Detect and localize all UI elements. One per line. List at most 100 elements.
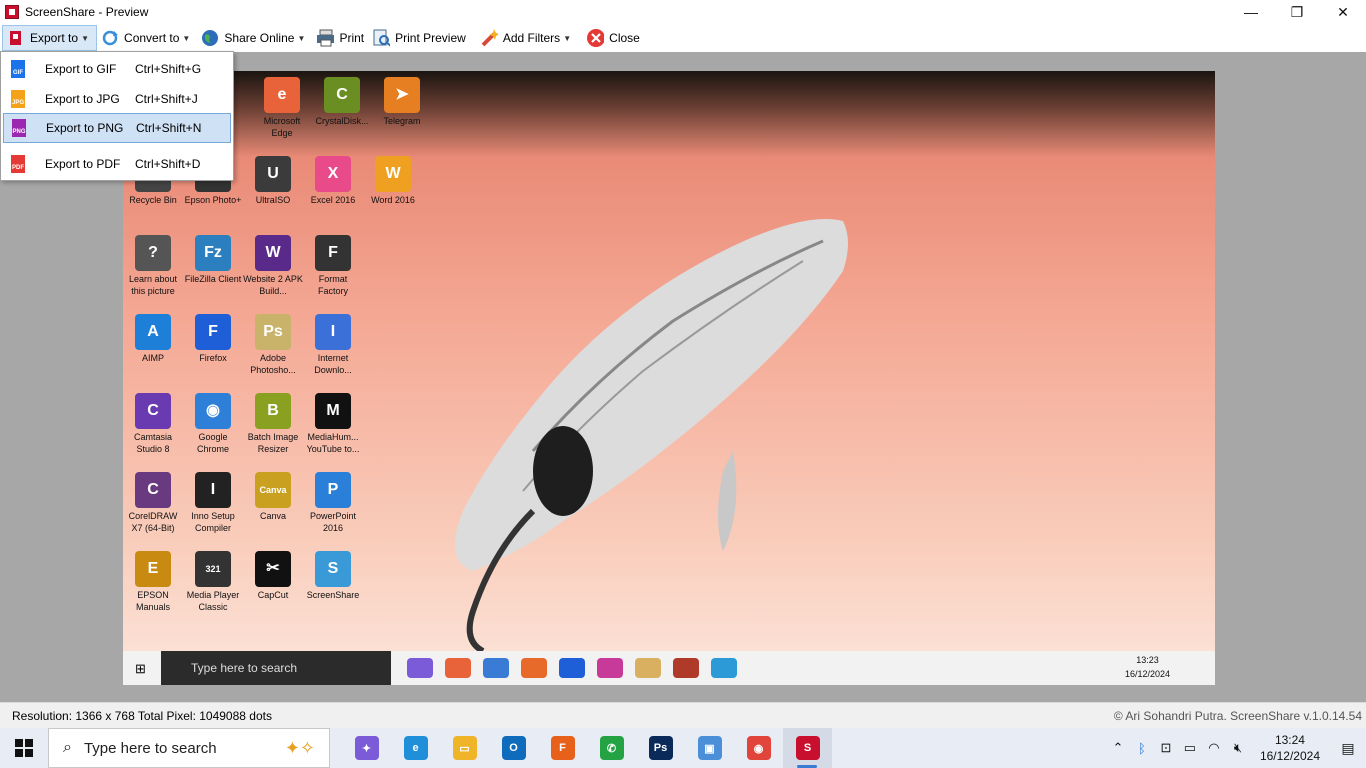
taskbar-time: 13:24 — [1274, 733, 1305, 747]
taskbar-clock[interactable]: 13:24 16/12/2024 — [1260, 732, 1320, 764]
firefox-icon — [559, 658, 585, 678]
desktop-icon[interactable]: C CorelDRAW X7 (64-Bit) — [123, 472, 183, 534]
add-filters-button[interactable]: Add Filters ▼ — [476, 25, 578, 51]
menu-item-export-gif[interactable]: GIF Export to GIF Ctrl+Shift+G — [3, 54, 231, 84]
desktop-icon[interactable]: I Internet Downlo... — [303, 314, 363, 376]
desktop-icon[interactable]: ◉ Google Chrome — [183, 393, 243, 455]
chevron-down-icon[interactable]: ▼ — [294, 34, 308, 43]
preview-time: 13:23 — [1136, 655, 1159, 665]
magic-wand-icon — [480, 29, 498, 47]
desktop-icon[interactable]: 321 Media Player Classic — [183, 551, 243, 613]
desktop-icon[interactable]: W Word 2016 — [363, 156, 423, 206]
desktop-icon[interactable]: F Format Factory — [303, 235, 363, 297]
chevron-down-icon[interactable]: ▼ — [560, 34, 574, 43]
chevron-down-icon[interactable]: ▼ — [78, 34, 92, 43]
minimize-button[interactable]: — — [1228, 0, 1274, 24]
taskbar-search-box[interactable]: ⌕ Type here to search ✦✧ — [48, 728, 330, 768]
menu-item-export-jpg[interactable]: JPG Export to JPG Ctrl+Shift+J — [3, 84, 231, 114]
taskbar-app-edge[interactable]: e — [391, 728, 440, 768]
desktop-icon[interactable]: Fz FileZilla Client — [183, 235, 243, 285]
desktop-icon[interactable]: Canva Canva — [243, 472, 303, 522]
taskbar-app-screenshare[interactable]: S — [783, 728, 832, 768]
notification-icon[interactable]: ▤ — [1330, 740, 1366, 757]
app-icon: ✂ — [255, 551, 291, 587]
chrome-icon: ◉ — [746, 736, 771, 760]
chevron-down-icon[interactable]: ▼ — [179, 34, 193, 43]
convert-to-button[interactable]: Convert to ▼ — [97, 25, 197, 51]
menu-item-shortcut: Ctrl+Shift+J — [135, 92, 198, 106]
desktop-icon[interactable]: E EPSON Manuals — [123, 551, 183, 613]
desktop-icon[interactable]: C Camtasia Studio 8 — [123, 393, 183, 455]
desktop-icon[interactable]: X Excel 2016 — [303, 156, 363, 206]
menu-item-shortcut: Ctrl+Shift+G — [135, 62, 202, 76]
desktop-icon-label: Adobe Photosho... — [250, 353, 296, 375]
photoshop-icon — [635, 658, 661, 678]
bluetooth-icon[interactable]: ᛒ — [1130, 741, 1154, 756]
status-bar: Resolution: 1366 x 768 Total Pixel: 1049… — [0, 702, 1366, 728]
export-menu: GIF Export to GIF Ctrl+Shift+G JPG Expor… — [0, 51, 234, 181]
desktop-icon[interactable]: ? Learn about this picture — [123, 235, 183, 297]
close-label: Close — [609, 31, 640, 45]
desktop-icon[interactable]: W Website 2 APK Build... — [243, 235, 303, 297]
desktop-icon-label: Internet Downlo... — [314, 353, 352, 375]
desktop-icon-label: Batch Image Resizer — [247, 432, 299, 454]
copilot-icon — [407, 658, 433, 678]
export-to-button[interactable]: Export to ▼ — [2, 25, 98, 51]
print-preview-button[interactable]: Print Preview — [368, 25, 470, 51]
refresh-icon — [101, 29, 119, 47]
taskbar-app-chrome[interactable]: ◉ — [734, 728, 783, 768]
desktop-icon-label: Canva — [259, 511, 286, 521]
menu-item-label: Export to GIF — [45, 62, 117, 76]
close-window-button[interactable]: ✕ — [1320, 0, 1366, 24]
desktop-icon[interactable]: I Inno Setup Compiler — [183, 472, 243, 534]
desktop-icon[interactable]: F Firefox — [183, 314, 243, 364]
app-icon: ? — [135, 235, 171, 271]
desktop-icon[interactable]: e Microsoft Edge — [252, 77, 312, 139]
taskbar-app-copilot[interactable]: ✦ — [342, 728, 391, 768]
app-icon: P — [315, 472, 351, 508]
taskbar-app-outlook[interactable]: O — [489, 728, 538, 768]
jpg-file-icon: JPG — [11, 90, 25, 108]
taskbar-apps: ✦ e ▭ O F ✆ Ps ▣ ◉ S — [342, 728, 832, 768]
outlook-icon: O — [501, 736, 526, 760]
desktop-icon[interactable]: Ps Adobe Photosho... — [243, 314, 303, 376]
app-icon: ➤ — [384, 77, 420, 113]
edge-icon: e — [403, 736, 428, 760]
desktop-icon[interactable]: ➤ Telegram — [372, 77, 432, 127]
app-icon: I — [195, 472, 231, 508]
meet-icon[interactable]: ⊡ — [1154, 740, 1178, 756]
desktop-icon[interactable]: M MediaHum... YouTube to... — [303, 393, 363, 455]
share-online-button[interactable]: Share Online ▼ — [197, 25, 312, 51]
app-icon: C — [135, 472, 171, 508]
app-icon: Ps — [255, 314, 291, 350]
desktop-icon[interactable]: U UltraISO — [243, 156, 303, 206]
desktop-icon-label: Epson Photo+ — [184, 195, 242, 205]
desktop-icon-label: Website 2 APK Build... — [243, 274, 303, 296]
battery-icon[interactable]: ▭ — [1178, 740, 1202, 756]
desktop-icon[interactable]: B Batch Image Resizer — [243, 393, 303, 455]
maximize-button[interactable]: ❐ — [1274, 0, 1320, 24]
close-button[interactable]: Close — [582, 25, 644, 51]
wifi-icon[interactable]: ◠ — [1202, 740, 1226, 756]
menu-item-export-png[interactable]: PNG Export to PNG Ctrl+Shift+N — [3, 113, 231, 143]
print-button[interactable]: Print — [312, 25, 368, 51]
desktop-icon-label: PowerPoint 2016 — [309, 511, 357, 533]
desktop-icon[interactable]: P PowerPoint 2016 — [303, 472, 363, 534]
desktop-icon[interactable]: S ScreenShare — [303, 551, 363, 601]
desktop-icon-label: UltraISO — [255, 195, 291, 205]
desktop-icon[interactable]: ✂ CapCut — [243, 551, 303, 601]
desktop-icon[interactable]: C CrystalDisk... — [312, 77, 372, 127]
start-button[interactable] — [0, 728, 48, 768]
title-bar: ScreenShare - Preview — ❐ ✕ — [0, 0, 1366, 24]
desktop-icon[interactable]: A AIMP — [123, 314, 183, 364]
taskbar-app-file-explorer[interactable]: ▭ — [440, 728, 489, 768]
taskbar-app-network-app[interactable]: ▣ — [685, 728, 734, 768]
taskbar-app-photoshop[interactable]: Ps — [636, 728, 685, 768]
desktop-icon-label: Word 2016 — [371, 195, 415, 205]
taskbar-app-firefox[interactable]: F — [538, 728, 587, 768]
volume-mute-icon[interactable]: 🔇︎ — [1226, 740, 1250, 756]
taskbar-app-whatsapp[interactable]: ✆ — [587, 728, 636, 768]
desktop-icon-label: Excel 2016 — [310, 195, 356, 205]
menu-item-export-pdf[interactable]: PDF Export to PDF Ctrl+Shift+D — [3, 149, 231, 179]
chevron-up-icon[interactable]: ⌃ — [1106, 740, 1130, 756]
